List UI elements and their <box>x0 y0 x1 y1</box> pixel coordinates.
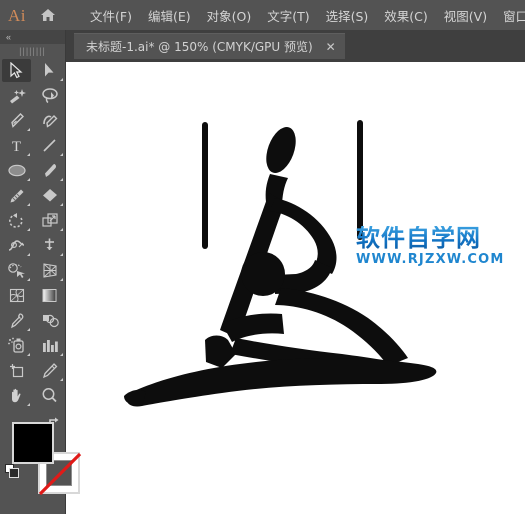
rotate-tool[interactable] <box>0 208 33 233</box>
tool-flyout-indicator <box>27 153 30 156</box>
column-graph-tool[interactable] <box>33 333 66 358</box>
illustrator-window: Ai 文件(F) 编辑(E) 对象(O) 文字(T) 选择(S) 效果(C) 视… <box>0 0 525 514</box>
ellipse-tool[interactable] <box>0 158 33 183</box>
tool-flyout-indicator <box>60 278 63 281</box>
tool-flyout-indicator <box>27 253 30 256</box>
tools-panel: « |||||||| T <box>0 30 82 514</box>
menu-bar: Ai 文件(F) 编辑(E) 对象(O) 文字(T) 选择(S) 效果(C) 视… <box>0 0 525 30</box>
blend-tool[interactable] <box>33 308 66 333</box>
ai-logo: Ai <box>8 5 26 25</box>
shaper-tool[interactable] <box>0 183 33 208</box>
paintbrush-tool[interactable] <box>33 158 66 183</box>
home-icon[interactable] <box>40 5 56 25</box>
shape-builder-tool[interactable] <box>0 258 33 283</box>
tool-flyout-indicator <box>27 353 30 356</box>
pen-tool[interactable] <box>0 108 33 133</box>
selection-tool[interactable] <box>0 58 33 83</box>
eraser-tool[interactable] <box>33 183 66 208</box>
tool-flyout-indicator <box>27 328 30 331</box>
close-icon[interactable]: ✕ <box>325 41 337 53</box>
default-fill-stroke-icon[interactable] <box>5 464 20 479</box>
tool-flyout-indicator <box>27 278 30 281</box>
scale-tool[interactable] <box>33 208 66 233</box>
tool-flyout-indicator <box>27 228 30 231</box>
menu-item-effect[interactable]: 效果(C) <box>376 3 435 28</box>
slice-tool[interactable] <box>33 358 66 383</box>
menu-items: 文件(F) 编辑(E) 对象(O) 文字(T) 选择(S) 效果(C) 视图(V… <box>82 3 525 28</box>
tool-flyout-indicator <box>60 203 63 206</box>
svg-text:T: T <box>12 139 21 154</box>
tool-flyout-indicator <box>27 178 30 181</box>
magic-wand-tool[interactable] <box>0 83 33 108</box>
line-segment-tool[interactable] <box>33 133 66 158</box>
document-tab[interactable]: 未标题-1.ai* @ 150% (CMYK/GPU 预览) ✕ <box>74 33 345 59</box>
tool-flyout-indicator <box>27 403 30 406</box>
tool-flyout-indicator <box>60 153 63 156</box>
curvature-tool[interactable] <box>33 108 66 133</box>
perspective-grid-tool[interactable] <box>33 258 66 283</box>
free-transform-tool[interactable] <box>33 233 66 258</box>
type-tool[interactable]: T <box>0 133 33 158</box>
artboard-canvas[interactable]: 软件自学网 WWW.RJZXW.COM <box>70 62 525 514</box>
menu-item-type[interactable]: 文字(T) <box>259 3 317 28</box>
direct-selection-tool[interactable] <box>33 58 66 83</box>
menu-item-edit[interactable]: 编辑(E) <box>140 3 199 28</box>
zoom-tool[interactable] <box>33 383 66 408</box>
tool-flyout-indicator <box>60 228 63 231</box>
menu-item-window[interactable]: 窗口(W) <box>495 3 525 28</box>
menu-item-file[interactable]: 文件(F) <box>82 3 140 28</box>
document-tab-title: 未标题-1.ai* @ 150% (CMYK/GPU 预览) <box>86 40 313 54</box>
symbol-sprayer-tool[interactable] <box>0 333 33 358</box>
hand-tool[interactable] <box>0 383 33 408</box>
artboard-tool[interactable] <box>0 358 33 383</box>
lasso-tool[interactable] <box>33 83 66 108</box>
eyedropper-tool[interactable] <box>0 308 33 333</box>
tool-flyout-indicator <box>60 178 63 181</box>
panel-drag-handle[interactable]: |||||||| <box>0 44 65 58</box>
tool-flyout-indicator <box>60 353 63 356</box>
tool-flyout-indicator <box>27 128 30 131</box>
menu-item-view[interactable]: 视图(V) <box>436 3 495 28</box>
fill-stroke-controls <box>0 414 82 512</box>
tool-flyout-indicator <box>27 203 30 206</box>
tool-flyout-indicator <box>60 253 63 256</box>
menu-item-select[interactable]: 选择(S) <box>318 3 377 28</box>
document-tab-bar: 未标题-1.ai* @ 150% (CMYK/GPU 预览) ✕ <box>66 30 525 62</box>
tool-flyout-indicator <box>60 378 63 381</box>
collapse-panel-button[interactable]: « <box>0 30 65 44</box>
gradient-tool[interactable] <box>33 283 66 308</box>
tool-flyout-indicator <box>60 78 63 81</box>
mesh-tool[interactable] <box>0 283 33 308</box>
stroke-none-indicator <box>38 452 82 496</box>
tool-grid: T <box>0 58 66 408</box>
skier-pictogram-artwork[interactable] <box>70 62 525 514</box>
menu-item-object[interactable]: 对象(O) <box>199 3 260 28</box>
width-tool[interactable] <box>0 233 33 258</box>
